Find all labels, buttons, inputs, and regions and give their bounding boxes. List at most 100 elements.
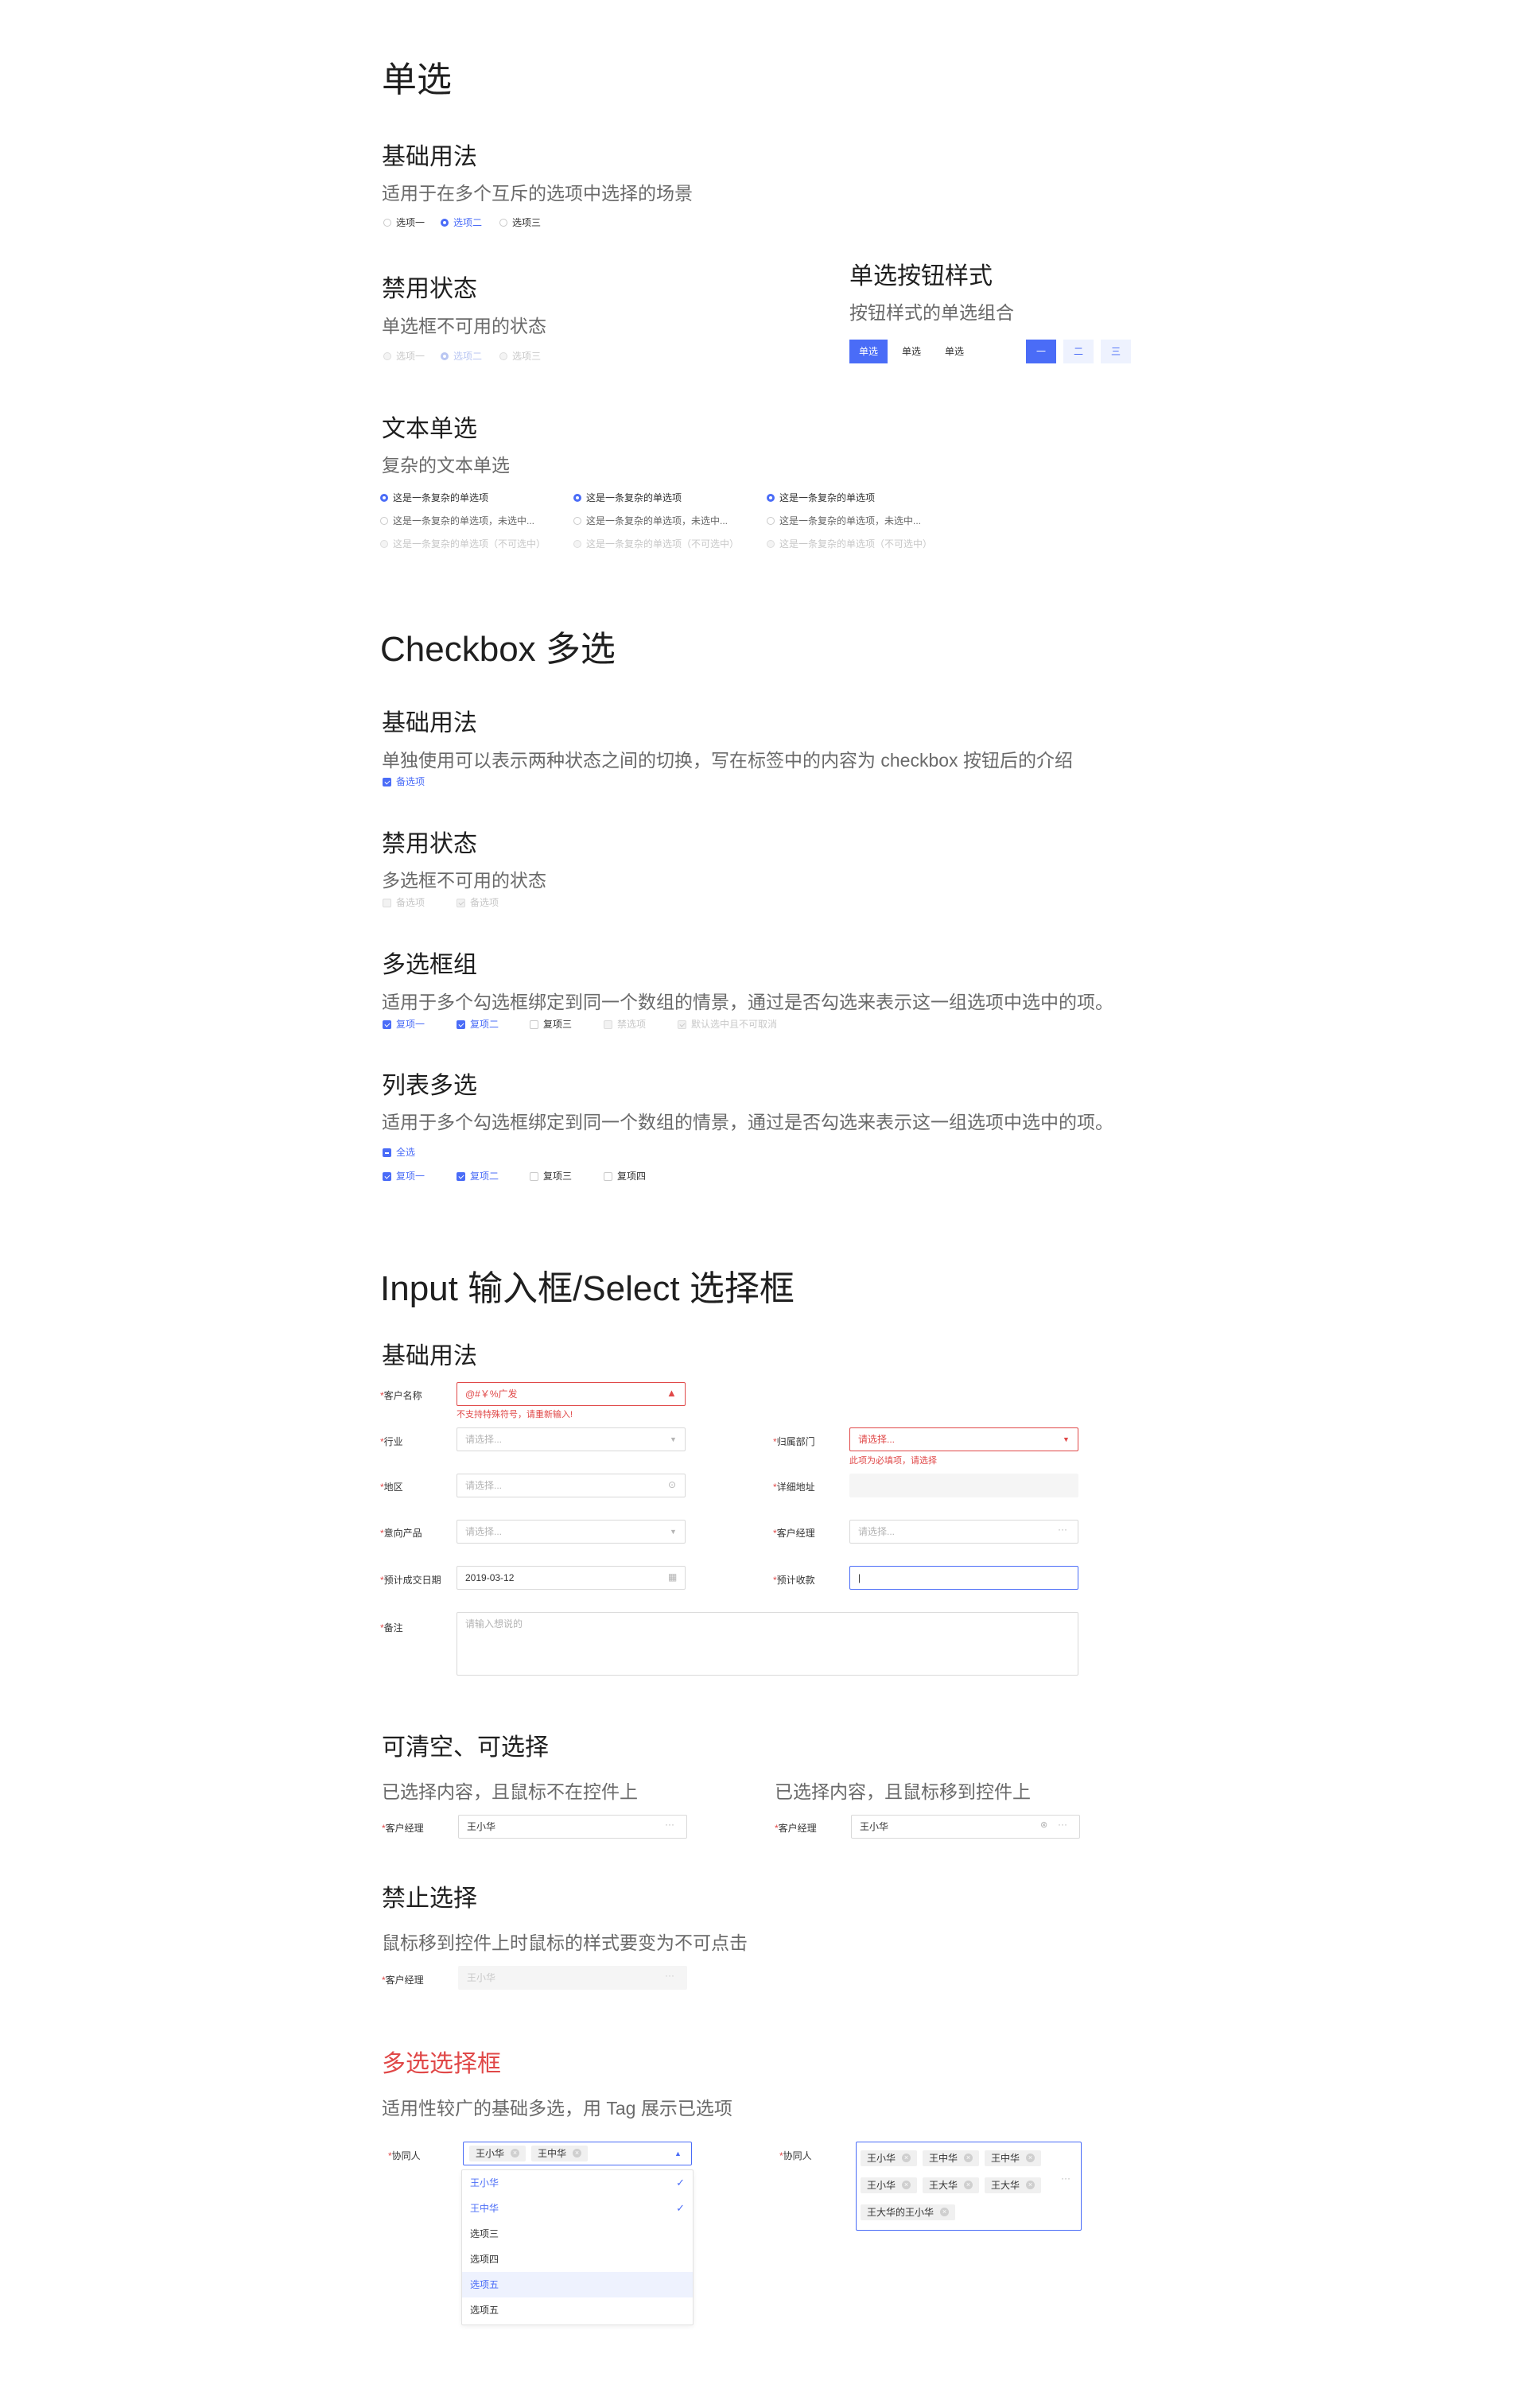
radio-text-c1-disabled <box>380 540 388 548</box>
location-icon: ⊙ <box>668 1479 677 1490</box>
checkbox-list-2[interactable] <box>457 1172 465 1181</box>
close-icon[interactable]: × <box>940 2208 950 2217</box>
manager-select[interactable]: 请选择... <box>849 1520 1078 1544</box>
tag-right-6: 王大华 × <box>985 2177 1042 2193</box>
clearable-left-select[interactable]: 王小华 <box>458 1815 687 1839</box>
radio-button-title: 单选按钮样式 <box>849 263 993 289</box>
remark-textarea[interactable]: 请输入想说的 <box>457 1612 1078 1676</box>
remark-label: *备注 <box>380 1622 403 1633</box>
checkbox-disabled-desc: 多选框不可用的状态 <box>382 870 546 891</box>
checkbox-group-1[interactable] <box>383 1020 391 1029</box>
multi-select-title: 多选选择框 <box>382 2051 501 2077</box>
checkbox-list-all-label: 全选 <box>396 1147 416 1158</box>
expected-revenue-input[interactable]: | <box>849 1566 1078 1590</box>
radio-button-alt-1[interactable]: 一 <box>1026 340 1056 363</box>
radio-button-alt-3[interactable]: 三 <box>1101 340 1131 363</box>
customer-name-label: *客户名称 <box>380 1390 422 1401</box>
radio-text-c1-label-disabled: 这是一条复杂的单选项（不可选中） <box>393 538 546 550</box>
customer-name-error: 不支持特殊符号，请重新输入! <box>457 1410 573 1420</box>
dropdown-option-5[interactable]: 选项五 <box>462 2272 693 2297</box>
checkbox-list-4[interactable] <box>604 1172 612 1181</box>
radio-button-alt-2[interactable]: 二 <box>1063 340 1094 363</box>
radio-basic-label-2: 选项二 <box>453 217 483 228</box>
checkbox-group-2[interactable] <box>457 1020 465 1029</box>
manager-label: *客户经理 <box>773 1528 815 1539</box>
dropdown-option-2[interactable]: 王中华 <box>462 2196 693 2221</box>
radio-button-2[interactable]: 单选 <box>892 340 931 363</box>
dropdown-option-6[interactable]: 选项五 <box>462 2297 693 2323</box>
radio-button-desc: 按钮样式的单选组合 <box>849 302 1014 323</box>
input-basic-title: 基础用法 <box>382 1343 477 1369</box>
clear-icon[interactable]: ⊗ <box>1040 1820 1047 1831</box>
dropdown-option-3[interactable]: 选项三 <box>462 2221 693 2247</box>
industry-select[interactable]: 请选择... <box>457 1427 686 1451</box>
close-icon[interactable]: × <box>964 2154 973 2163</box>
radio-text-c3-label-disabled: 这是一条复杂的单选项（不可选中） <box>779 538 933 550</box>
radio-text-c2-label-unchecked: 这是一条复杂的单选项，未选中... <box>586 515 729 526</box>
radio-text-c3-checked[interactable] <box>767 494 775 502</box>
checkbox-basic[interactable] <box>383 778 391 786</box>
checkbox-list-label-4: 复项四 <box>617 1171 647 1182</box>
deal-date-input[interactable]: 2019-03-12 <box>457 1566 686 1590</box>
dropdown-option-1[interactable]: 王小华 <box>462 2170 693 2196</box>
region-label: *地区 <box>380 1482 403 1493</box>
radio-text-c3-disabled <box>767 540 775 548</box>
tag-right-2: 王中华 × <box>923 2150 980 2166</box>
checkbox-group-label-1: 复项一 <box>396 1019 425 1030</box>
chevron-up-icon[interactable]: ▲ <box>674 2148 682 2159</box>
tag-selected-1: 王小华 × <box>469 2146 526 2161</box>
checkbox-list-all[interactable] <box>383 1148 391 1157</box>
radio-basic-3[interactable] <box>499 219 507 227</box>
checkbox-disabled-label-1: 备选项 <box>396 897 425 908</box>
checkbox-list-3[interactable] <box>530 1172 538 1181</box>
radio-button-1[interactable]: 单选 <box>849 340 888 363</box>
more-icon[interactable]: ··· <box>665 1819 674 1830</box>
close-icon[interactable]: × <box>573 2149 582 2158</box>
radio-text-c1-unchecked[interactable] <box>380 517 388 525</box>
radio-text-c1-checked[interactable] <box>380 494 388 502</box>
checkbox-list-1[interactable] <box>383 1172 391 1181</box>
calendar-icon[interactable]: ▦ <box>668 1571 677 1583</box>
dropdown-option-4[interactable]: 选项四 <box>462 2247 693 2272</box>
multi-dropdown: 王小华 ✓ 王中华 ✓ 选项三 选项四 选项五 选项五 <box>461 2169 694 2325</box>
close-icon[interactable]: × <box>902 2154 911 2163</box>
radio-basic-1[interactable] <box>383 219 391 227</box>
department-select[interactable]: 请选择... <box>849 1427 1078 1451</box>
clearable-title: 可清空、可选择 <box>382 1734 549 1761</box>
radio-text-c2-checked[interactable] <box>573 494 581 502</box>
radio-disabled-2 <box>441 352 449 360</box>
close-icon[interactable]: × <box>902 2181 911 2190</box>
radio-text-c2-unchecked[interactable] <box>573 517 581 525</box>
warning-icon: ▲ <box>666 1387 677 1399</box>
clearable-left-label: *客户经理 <box>382 1823 424 1834</box>
radio-text-c3-unchecked[interactable] <box>767 517 775 525</box>
checkbox-group-3[interactable] <box>530 1020 538 1029</box>
more-icon[interactable]: ··· <box>1061 2173 1070 2184</box>
radio-text-c2-label-checked: 这是一条复杂的单选项 <box>586 492 682 503</box>
checkbox-disabled-2 <box>457 899 465 907</box>
radio-basic-title: 基础用法 <box>382 144 477 170</box>
more-icon[interactable]: ··· <box>1058 1524 1067 1535</box>
tag-right-5: 王大华 × <box>923 2177 980 2193</box>
close-icon[interactable]: × <box>964 2181 973 2190</box>
region-select[interactable]: 请选择... <box>457 1474 686 1497</box>
checkbox-group-title: 多选框组 <box>382 952 477 978</box>
radio-disabled-label-3: 选项三 <box>512 351 542 362</box>
customer-name-input[interactable]: @#￥%广发 <box>457 1382 686 1406</box>
radio-button-3[interactable]: 单选 <box>935 340 973 363</box>
close-icon[interactable]: × <box>1026 2154 1035 2163</box>
close-icon[interactable]: × <box>1026 2181 1035 2190</box>
checkbox-basic-desc: 单独使用可以表示两种状态之间的切换，写在标签中的内容为 checkbox 按钮后… <box>382 750 1073 771</box>
clearable-right-desc: 已选择内容，且鼠标移到控件上 <box>775 1781 1031 1802</box>
more-icon[interactable]: ··· <box>1058 1819 1067 1830</box>
checkbox-list-label-2: 复项二 <box>470 1171 499 1182</box>
expected-revenue-label: *预计收款 <box>773 1575 815 1586</box>
radio-text-c1-label-checked: 这是一条复杂的单选项 <box>393 492 489 503</box>
radio-basic-2[interactable] <box>441 219 449 227</box>
radio-basic-desc: 适用于在多个互斥的选项中选择的场景 <box>382 183 693 204</box>
industry-label: *行业 <box>380 1436 403 1447</box>
product-select[interactable]: 请选择... <box>457 1520 686 1544</box>
section-title-checkbox: Checkbox 多选 <box>380 630 616 669</box>
radio-text-c3-label-unchecked: 这是一条复杂的单选项，未选中... <box>779 515 922 526</box>
close-icon[interactable]: × <box>511 2149 520 2158</box>
